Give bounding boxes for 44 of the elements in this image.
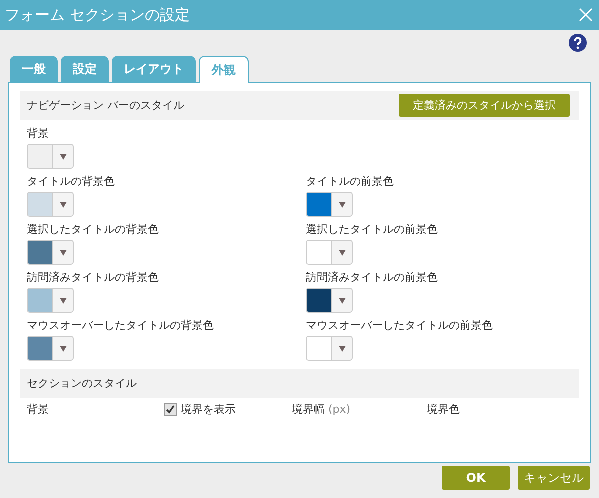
caret-icon <box>60 202 66 208</box>
checkbox-label: 境界を表示 <box>181 402 236 417</box>
color-picker[interactable] <box>27 336 74 361</box>
field-label: 訪問済みタイトルの背景色 <box>27 270 160 285</box>
caret-icon <box>338 250 346 256</box>
section-heading: ナビゲーション バーのスタイル <box>27 98 184 113</box>
caret-icon <box>338 346 346 352</box>
field-label: 選択したタイトルの前景色 <box>306 222 439 237</box>
color-picker[interactable] <box>306 192 353 217</box>
field-label: 訪問済みタイトルの前景色 <box>306 270 439 285</box>
help-icon[interactable] <box>569 34 587 52</box>
tab[interactable]: 一般 <box>10 56 58 82</box>
field-label: タイトルの背景色 <box>27 174 116 189</box>
tab[interactable]: 外観 <box>199 56 249 83</box>
field-label: 背景 <box>27 126 50 141</box>
color-picker[interactable] <box>27 144 74 169</box>
color-picker[interactable] <box>306 240 353 265</box>
close-icon[interactable] <box>579 8 593 22</box>
color-picker[interactable] <box>306 288 353 313</box>
field-label: タイトルの前景色 <box>306 174 395 189</box>
color-picker[interactable] <box>27 240 74 265</box>
color-picker[interactable] <box>27 288 74 313</box>
caret-icon <box>338 202 346 208</box>
section-heading: セクションのスタイル <box>27 376 137 391</box>
tab[interactable]: 設定 <box>61 56 109 82</box>
caret-icon <box>60 154 66 160</box>
window-title: フォーム セクションの設定 <box>5 6 190 24</box>
caret-icon <box>60 346 66 352</box>
field-label: 背景 <box>27 402 49 417</box>
field-label: マウスオーバーしたタイトルの背景色 <box>27 318 215 333</box>
tab[interactable]: レイアウト <box>112 56 196 82</box>
ok-button[interactable]: OK <box>442 466 510 490</box>
field-label: 選択したタイトルの背景色 <box>27 222 160 237</box>
preset-style-button[interactable]: 定義済みのスタイルから選択 <box>399 94 570 117</box>
color-picker[interactable] <box>27 192 74 217</box>
caret-icon <box>60 250 66 256</box>
caret-icon <box>60 298 66 304</box>
cancel-button[interactable]: キャンセル <box>518 466 590 490</box>
field-label: 境界幅 (px) <box>292 402 351 417</box>
field-label: マウスオーバーしたタイトルの前景色 <box>306 318 494 333</box>
checkbox[interactable] <box>164 403 177 416</box>
caret-icon <box>338 298 346 304</box>
field-label: 境界色 <box>427 402 460 417</box>
color-picker[interactable] <box>306 336 353 361</box>
